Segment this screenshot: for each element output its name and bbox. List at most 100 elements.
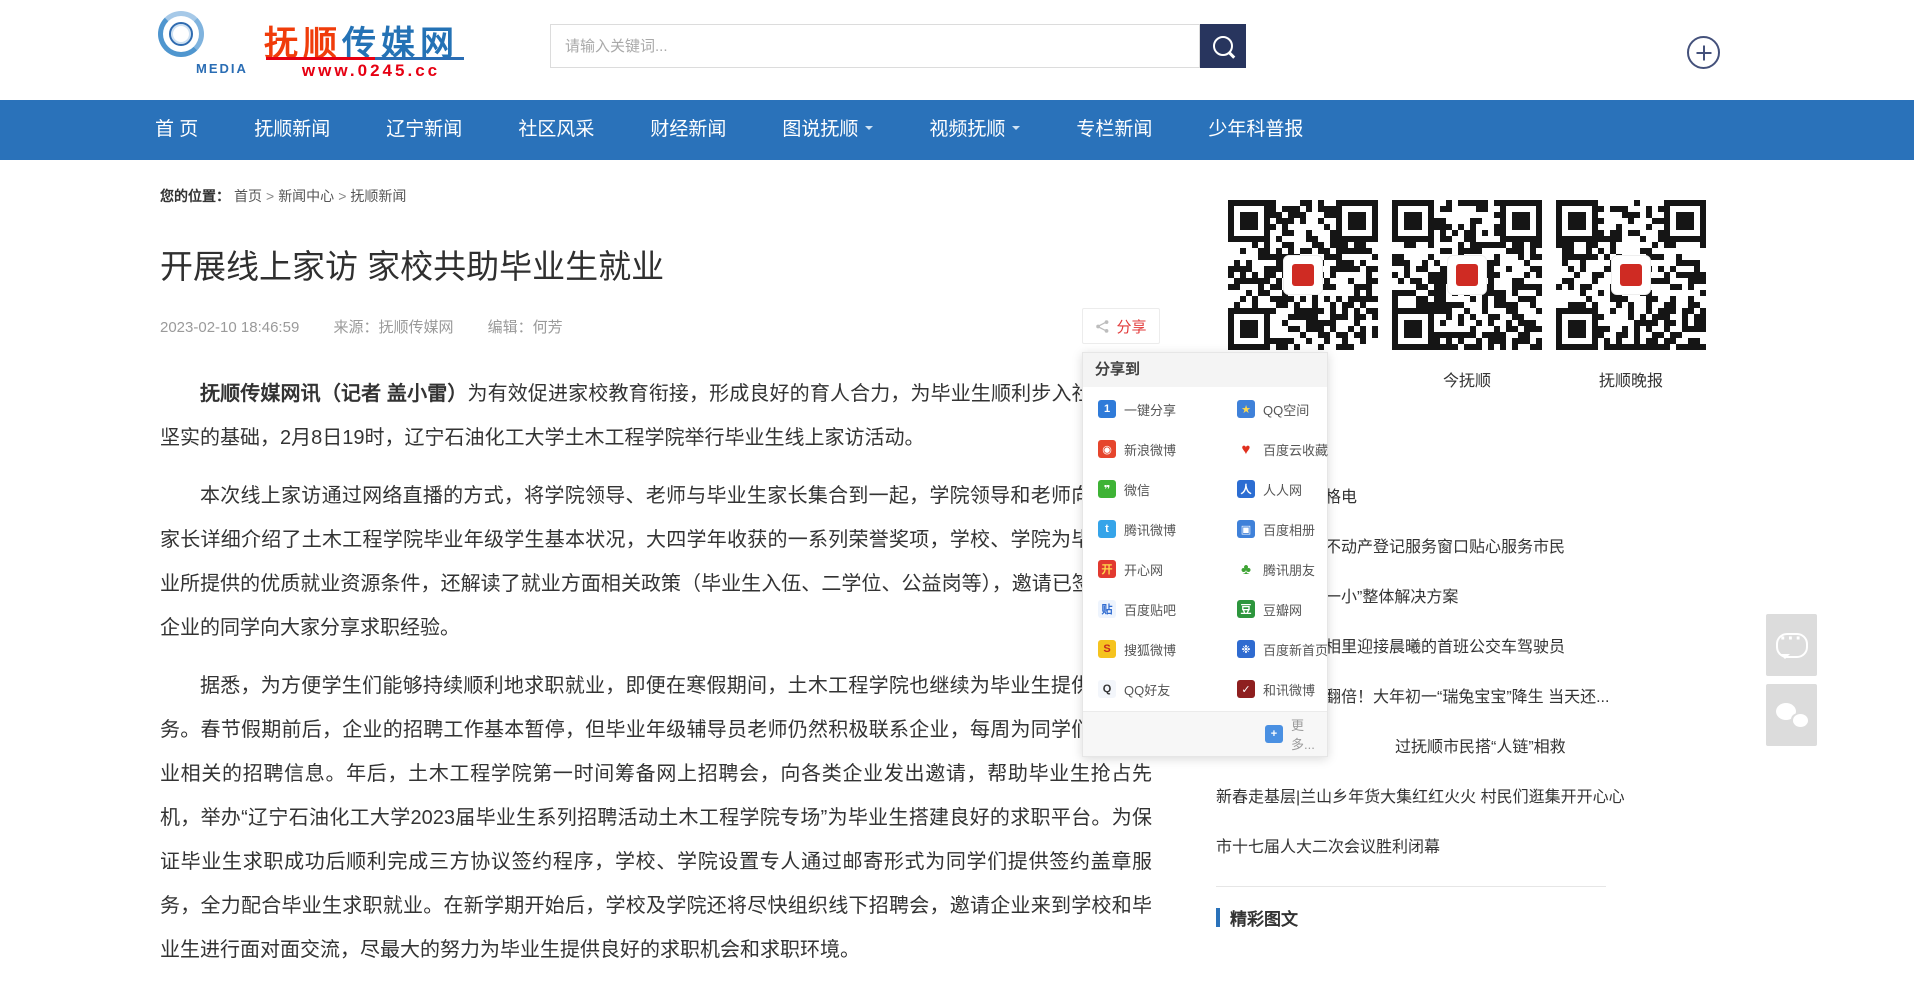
share-option[interactable]: t腾讯微博	[1083, 509, 1213, 549]
chevron-down-icon	[865, 126, 873, 134]
share-option[interactable]: 人人人网	[1213, 469, 1328, 509]
nav-item[interactable]: 图说抚顺	[782, 100, 873, 160]
sidebar-section-header: 精彩图文	[1216, 905, 1298, 930]
section-marker	[1216, 908, 1220, 927]
nav-item[interactable]: 少年科普报	[1208, 100, 1303, 160]
news-item[interactable]: 市十七届人大二次会议胜利闭幕	[1216, 838, 1781, 888]
share-option[interactable]: ❞ 微信	[1083, 469, 1213, 509]
search-icon	[1213, 36, 1233, 56]
share-option[interactable]: Q QQ好友	[1083, 669, 1213, 709]
hexun-weibo-icon: ✓	[1237, 680, 1255, 698]
share-option-label: 微信	[1124, 480, 1150, 499]
share-option[interactable]: ▣百度相册	[1213, 509, 1328, 549]
site-header: MEDIA 抚顺传媒网 www.0245.cc	[0, 0, 1914, 100]
share-button-label: 分享	[1116, 316, 1146, 337]
plus-circle-button[interactable]	[1687, 36, 1720, 69]
share-option-label: QQ好友	[1124, 680, 1170, 699]
one-key-share-icon: 1	[1098, 400, 1116, 418]
share-option-label: 百度新首页	[1263, 640, 1328, 659]
share-more-button[interactable]: + 更多...	[1083, 711, 1327, 756]
wechat-icon	[1776, 703, 1808, 727]
nav-item[interactable]: 专栏新闻	[1076, 100, 1152, 160]
share-option[interactable]: ♣腾讯朋友	[1213, 549, 1328, 589]
baidu-home-icon: ❉	[1237, 640, 1255, 658]
sina-weibo-icon: ◉	[1098, 440, 1116, 458]
nav-item[interactable]: 社区风采	[518, 100, 594, 160]
breadcrumb-link[interactable]: 首页	[234, 188, 262, 204]
share-option[interactable]: ★QQ空间	[1213, 389, 1328, 429]
news-item[interactable]: 新春走基层|兰山乡年货大集红红火火 村民们逛集开开心心	[1216, 788, 1781, 838]
qr-code	[1392, 200, 1542, 350]
nav-item[interactable]: 财经新闻	[650, 100, 726, 160]
article-paragraph: 抚顺传媒网讯（记者 盖小雷）为有效促进家校教育衔接，形成良好的育人合力，为毕业生…	[160, 372, 1152, 460]
qq-friends-icon: Q	[1098, 680, 1116, 698]
share-option[interactable]: ♥百度云收藏	[1213, 429, 1328, 469]
nav-item-label: 社区风采	[518, 119, 594, 140]
douban-icon: 豆	[1237, 600, 1255, 618]
breadcrumb: 您的位置：首页>新闻中心>抚顺新闻	[160, 186, 406, 206]
article-editor: 编辑：何芳	[488, 319, 563, 336]
article-source: 来源：抚顺传媒网	[333, 319, 453, 336]
nav-item-label: 辽宁新闻	[386, 119, 462, 140]
logo-underline	[266, 57, 464, 60]
page-title: 开展线上家访 家校共助毕业生就业	[160, 240, 664, 288]
article-paragraph: 本次线上家访通过网络直播的方式，将学院领导、老师与毕业生家长集合到一起，学院领导…	[160, 474, 1152, 650]
nav-item[interactable]: 抚顺新闻	[254, 100, 330, 160]
nav-item-label: 首 页	[155, 119, 198, 140]
chevron-down-icon	[1012, 126, 1020, 134]
share-grid: 1一键分享★QQ空间◉新浪微博♥百度云收藏❞微信人人人网t腾讯微博▣百度相册开开…	[1083, 387, 1327, 711]
sohu-weibo-icon: S	[1098, 640, 1116, 658]
float-comment-button[interactable]	[1766, 614, 1817, 676]
kaixin-icon: 开	[1098, 560, 1116, 578]
search-input[interactable]	[551, 25, 1199, 67]
qr-center-logo	[1447, 255, 1487, 295]
sidebar-section-title: 精彩图文	[1230, 905, 1298, 930]
logo-globe-icon	[158, 11, 204, 57]
share-option-label: 腾讯朋友	[1263, 560, 1315, 579]
breadcrumb-prefix: 您的位置：	[160, 188, 230, 204]
nav-item-label: 财经新闻	[650, 119, 726, 140]
sidebar-divider	[1216, 886, 1606, 887]
breadcrumb-link[interactable]: 新闻中心	[278, 188, 334, 204]
nav-item[interactable]: 首 页	[155, 100, 198, 160]
breadcrumb-separator: >	[266, 188, 274, 204]
comment-bubble-icon	[1776, 633, 1808, 658]
main-nav: 首 页 抚顺新闻 辽宁新闻 社区风采 财经新闻 图说抚顺 视频抚顺 专栏新闻少年科普报	[0, 100, 1914, 160]
nav-item[interactable]: 视频抚顺	[929, 100, 1020, 160]
article-date: 2023-02-10 18:46:59	[160, 319, 299, 336]
share-option[interactable]: ◉ 新浪微博	[1083, 429, 1213, 469]
article-meta: 2023-02-10 18:46:59 来源：抚顺传媒网 编辑：何芳	[160, 316, 593, 337]
share-option[interactable]: ✓ 和讯微博	[1213, 669, 1328, 709]
share-option[interactable]: ❉ 百度新首页	[1213, 629, 1328, 669]
share-button[interactable]: 分享	[1082, 308, 1160, 344]
nav-item[interactable]: 辽宁新闻	[386, 100, 462, 160]
renren-icon: 人	[1237, 480, 1255, 498]
qr-item: 今抚顺	[1392, 200, 1542, 387]
wechat-icon: ❞	[1098, 480, 1116, 498]
share-option[interactable]: 豆豆瓣网	[1213, 589, 1328, 629]
share-option-label: 新浪微博	[1124, 440, 1176, 459]
share-option[interactable]: 开开心网	[1083, 549, 1213, 589]
breadcrumb-separator: >	[338, 188, 346, 204]
share-option-label: 腾讯微博	[1124, 520, 1176, 539]
share-panel-title: 分享到	[1083, 353, 1327, 387]
qr-label: 抚顺晚报	[1556, 367, 1706, 387]
baidu-tieba-icon: 贴	[1098, 600, 1116, 618]
nav-item-label: 视频抚顺	[929, 119, 1005, 140]
share-panel: 分享到 1一键分享★QQ空间◉新浪微博♥百度云收藏❞微信人人人网t腾讯微博▣百度…	[1082, 352, 1328, 757]
float-wechat-button[interactable]	[1766, 684, 1817, 746]
share-option[interactable]: 贴百度贴吧	[1083, 589, 1213, 629]
breadcrumb-link[interactable]: 抚顺新闻	[350, 188, 406, 204]
search-box	[550, 24, 1200, 68]
baidu-album-icon: ▣	[1237, 520, 1255, 538]
share-option-label: 和讯微博	[1263, 680, 1315, 699]
baidu-cloud-fav-icon: ♥	[1237, 440, 1255, 458]
share-option[interactable]: 1一键分享	[1083, 389, 1213, 429]
search-button[interactable]	[1200, 24, 1246, 68]
logo-media-text: MEDIA	[196, 61, 248, 76]
share-option-label: 百度贴吧	[1124, 600, 1176, 619]
qr-center-logo	[1283, 255, 1323, 295]
article-body: 抚顺传媒网讯（记者 盖小雷）为有效促进家校教育衔接，形成良好的育人合力，为毕业生…	[160, 372, 1152, 986]
qr-code	[1556, 200, 1706, 350]
share-option[interactable]: S搜狐微博	[1083, 629, 1213, 669]
